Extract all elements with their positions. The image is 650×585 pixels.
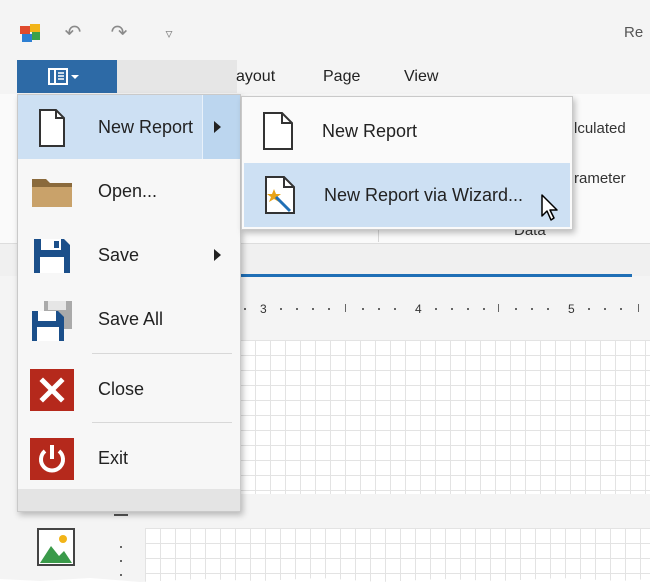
application-menu-icon: [48, 68, 79, 85]
ruler-dot: [515, 308, 517, 310]
ruler-label: 3: [260, 302, 267, 316]
ruler-dot: [588, 308, 590, 310]
ruler-dot: [451, 308, 453, 310]
submenu-item-new-report-wizard[interactable]: New Report via Wizard...: [244, 163, 570, 227]
tab-view[interactable]: View: [404, 68, 438, 86]
parameter-label[interactable]: rameter: [574, 170, 626, 187]
active-document-underline: [240, 274, 632, 277]
submenu-item-label: New Report via Wizard...: [324, 185, 524, 205]
ruler-dot: [483, 308, 485, 310]
horizontal-ruler: 3 4 5: [240, 296, 650, 324]
document-icon: [263, 112, 293, 150]
wizard-icon: [265, 176, 295, 214]
ruler-dot: [435, 308, 437, 310]
title-bar: ↶ ↷ ▿ Re: [0, 0, 650, 58]
ruler-dot: [604, 308, 606, 310]
menu-separator: [92, 422, 232, 423]
submenu-arrow-icon: [214, 121, 221, 133]
ruler-dot: [467, 308, 469, 310]
ruler-label: 4: [415, 302, 422, 316]
ruler-tick: [638, 304, 639, 312]
submenu-arrow-icon: [214, 249, 221, 261]
ruler-dot: [312, 308, 314, 310]
ruler-dot: [280, 308, 282, 310]
menu-item-label: Save: [98, 245, 140, 265]
menu-item-label: Save All: [98, 309, 164, 329]
vertical-ruler: [108, 510, 138, 585]
ruler-dot: [362, 308, 364, 310]
tab-layout[interactable]: ayout: [236, 68, 275, 86]
app-logo-icon[interactable]: [20, 24, 42, 44]
ruler-dot: [620, 308, 622, 310]
menu-item-label: New Report: [98, 117, 194, 137]
redo-icon[interactable]: ↷: [108, 22, 130, 44]
ruler-dot: [378, 308, 380, 310]
ruler-label: 5: [568, 302, 575, 316]
ruler-dot: [547, 308, 549, 310]
ruler-tick: [345, 304, 346, 312]
new-report-icon: [39, 109, 65, 147]
menu-item-save-all[interactable]: Save All: [18, 287, 240, 351]
ruler-tick: [498, 304, 499, 312]
close-icon: [30, 369, 74, 411]
save-icon: [34, 239, 70, 273]
torn-edge-decoration: [0, 578, 650, 585]
menu-item-label: Open...: [98, 181, 158, 201]
undo-icon[interactable]: ↶: [62, 22, 84, 44]
ribbon-tab-bg: [117, 60, 237, 93]
picture-box-icon[interactable]: [37, 528, 75, 566]
submenu-expander[interactable]: [202, 95, 240, 159]
menu-separator: [92, 353, 232, 354]
application-menu: New Report Open... Save Save All Close E…: [17, 94, 241, 512]
save-all-icon: [32, 301, 72, 341]
menu-item-new-report[interactable]: New Report: [18, 95, 240, 159]
submenu-item-label: New Report: [322, 121, 418, 141]
menu-item-exit[interactable]: Exit: [18, 426, 240, 490]
ruler-dot: [296, 308, 298, 310]
submenu-item-new-report[interactable]: New Report: [242, 99, 572, 163]
report-design-surface[interactable]: [240, 340, 650, 494]
menu-item-open[interactable]: Open...: [18, 159, 240, 223]
toolbox-panel: [17, 510, 108, 585]
menu-item-close[interactable]: Close: [18, 357, 240, 421]
power-icon: [30, 438, 74, 480]
ruler-dot: [244, 308, 246, 310]
menu-item-save[interactable]: Save: [18, 223, 240, 287]
tab-page[interactable]: Page: [323, 68, 360, 86]
calculated-field-label[interactable]: lculated: [574, 120, 626, 137]
ruler-dot: [120, 546, 122, 548]
menu-item-label: Exit: [98, 448, 129, 468]
new-report-submenu: New Report New Report via Wizard...: [241, 96, 573, 230]
folder-icon: [32, 179, 72, 207]
mouse-cursor-icon: [541, 194, 558, 221]
menu-item-label: Close: [98, 379, 145, 399]
ruler-dot: [120, 560, 122, 562]
application-menu-footer: [18, 489, 240, 511]
ruler-dot: [328, 308, 330, 310]
ruler-dot: [531, 308, 533, 310]
window-title: Re: [624, 24, 644, 41]
customize-qat-icon[interactable]: ▿: [158, 22, 180, 44]
ruler-dot: [394, 308, 396, 310]
